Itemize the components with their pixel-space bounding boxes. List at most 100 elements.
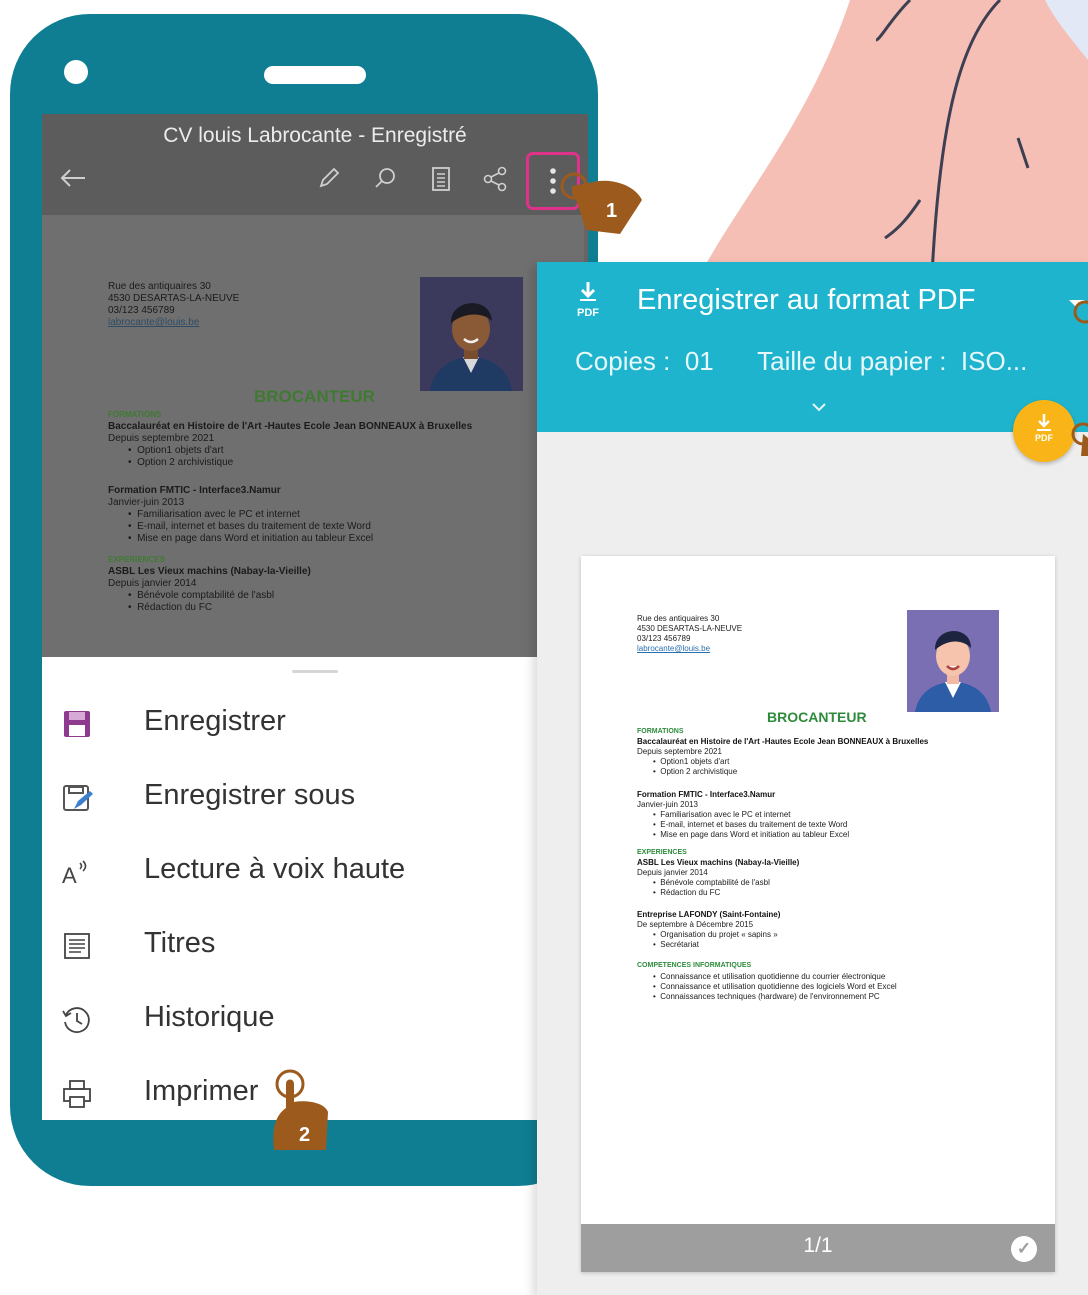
cv-entry-title: ASBL Les Vieux machins (Nabay-la-Vieille… [637,858,800,867]
cv-bullet: • Option1 objets d'art [653,757,730,766]
cv-entry-title: Baccalauréat en Histoire de l'Art -Haute… [108,421,473,432]
page-selected-check-icon[interactable]: ✓ [1011,1236,1037,1262]
page-indicator: 1/1 [803,1234,833,1257]
pencil-icon[interactable] [312,166,346,200]
cv-bullet: • Option1 objets d'art [128,445,224,456]
cv-entry-title: ASBL Les Vieux machins (Nabay-la-Vieille… [108,566,311,577]
cv-email: labrocante@louis.be [108,317,200,328]
cv-address-line: Rue des antiquaires 30 [108,281,211,292]
history-icon [62,1007,90,1034]
cv-entry-date: Janvier-juin 2013 [108,497,185,508]
printer-destination-select[interactable]: Enregistrer au format PDF [637,284,975,317]
headings-icon [64,933,90,959]
svg-text:A: A [62,863,77,888]
print-icon [63,1080,91,1108]
print-settings-header: PDF Enregistrer au format PDF Copies : 0… [537,262,1088,432]
phone-frame: CV louis Labrocante - Enregistré Rue des… [10,14,598,1186]
share-icon[interactable] [478,166,512,200]
cv-bullet: • Familiarisation avec le PC et internet [128,509,300,520]
menu-label: Enregistrer [144,705,286,737]
cv-job-title: BROCANTEUR [767,709,867,725]
cv-bullet: • Organisation du projet « sapins » [653,930,778,939]
menu-item-historique[interactable]: Historique [42,983,588,1057]
step-number: 2 [299,1124,311,1146]
cv-section-heading: EXPERIENCES [108,555,165,564]
cv-email: labrocante@louis.be [637,644,711,653]
reading-view-icon[interactable] [424,166,458,200]
step-number: 1 [606,200,618,222]
menu-item-lecture-voix-haute[interactable]: A Lecture à voix haute [42,835,588,909]
sheet-handle[interactable] [292,670,338,673]
document-view: Rue des antiquaires 30 4530 DESARTAS-LA-… [42,215,588,657]
cv-photo [420,277,523,391]
cv-bullet: • E-mail, internet et bases du traitemen… [128,521,371,532]
cv-phone: 03/123 456789 [108,305,175,316]
cv-entry-date: De septembre à Décembre 2015 [637,920,754,929]
copies-label: Copies : [575,346,671,376]
app-top-bar: CV louis Labrocante - Enregistré [42,114,588,215]
cv-bullet: • Rédaction du FC [128,602,213,613]
menu-label: Enregistrer sous [144,779,356,811]
cv-address-line: Rue des antiquaires 30 [637,614,720,623]
read-aloud-icon: A [62,860,87,888]
menu-item-enregistrer[interactable]: Enregistrer [42,687,588,761]
pointing-hand-icon [1073,300,1088,324]
preview-footer: 1/1 ✓ [581,1224,1055,1272]
bottom-sheet-menu: Enregistrer Enregistrer sous A Lecture à… [42,657,588,1120]
pdf-badge: PDF [577,307,599,319]
save-as-icon [63,785,93,811]
print-dialog: PDF Enregistrer au format PDF Copies : 0… [537,262,1088,1295]
cv-entry-date: Depuis janvier 2014 [637,868,708,877]
search-icon[interactable] [368,166,402,200]
cv-address-line: 4530 DESARTAS-LA-NEUVE [637,624,743,633]
cv-bullet: • Mise en page dans Word et initiation a… [653,830,850,839]
cv-bullet: • Bénévole comptabilité de l'asbl [653,878,770,887]
cv-bullet: • E-mail, internet et bases du traitemen… [653,820,848,829]
menu-label: Historique [144,1001,275,1033]
menu-label: Imprimer [144,1075,259,1107]
cv-photo [907,610,999,712]
download-icon [1037,414,1051,431]
phone-screen: CV louis Labrocante - Enregistré Rue des… [42,114,588,1120]
speaker [264,66,366,84]
menu-label: Titres [144,927,216,959]
cv-bullet: • Bénévole comptabilité de l'asbl [128,590,275,601]
menu-label: Lecture à voix haute [144,853,406,885]
cv-bullet: • Secrétariat [653,940,699,949]
cv-entry-date: Depuis janvier 2014 [108,578,197,589]
cv-entry-date: Janvier-juin 2013 [637,800,698,809]
cv-bullet: • Mise en page dans Word et initiation a… [128,533,374,544]
cv-bullet: • Familiarisation avec le PC et internet [653,810,791,819]
paper-size-label: Taille du papier : [757,346,947,376]
step-1-pointer: 1 [550,164,646,236]
paper-size-value[interactable]: ISO... [961,346,1027,376]
save-pdf-button[interactable]: PDF [1013,400,1075,462]
cv-entry-title: Entreprise LAFONDY (Saint-Fontaine) [637,910,781,919]
cv-entry-title: Formation FMTIC - Interface3.Namur [637,790,776,799]
cv-entry-title: Baccalauréat en Histoire de l'Art -Haute… [637,737,929,746]
cv-bullet: • Connaissances techniques (hardware) de… [653,992,880,1001]
cv-bullet: • Rédaction du FC [653,888,721,897]
copies-value[interactable]: 01 [685,346,714,376]
back-arrow-icon[interactable] [56,166,90,200]
hand-illustration [700,0,1088,275]
cv-section-heading: FORMATIONS [108,410,162,419]
cv-job-title: BROCANTEUR [254,387,375,406]
pointing-hand-icon [1071,422,1088,456]
expand-options-icon[interactable] [811,402,827,412]
cv-phone: 03/123 456789 [637,634,691,643]
cv-section-heading: FORMATIONS [637,728,684,735]
save-icon [64,711,90,737]
cv-entry-title: Formation FMTIC - Interface3.Namur [108,485,281,496]
menu-item-enregistrer-sous[interactable]: Enregistrer sous [42,761,588,835]
cv-section-heading: EXPERIENCES [637,849,687,856]
fab-pdf-badge: PDF [1035,433,1053,443]
menu-item-titres[interactable]: Titres [42,909,588,983]
print-options-row[interactable]: Copies : 01 Taille du papier : ISO... [575,346,1027,377]
cv-bullet: • Option 2 archivistique [653,767,738,776]
cv-bullet: • Connaissance et utilisation quotidienn… [653,982,897,991]
document-title: CV louis Labrocante - Enregistré [163,124,467,147]
pdf-download-icon: PDF [573,280,603,324]
cv-entry-date: Depuis septembre 2021 [637,747,722,756]
step-2-pointer: 2 [266,1066,332,1154]
